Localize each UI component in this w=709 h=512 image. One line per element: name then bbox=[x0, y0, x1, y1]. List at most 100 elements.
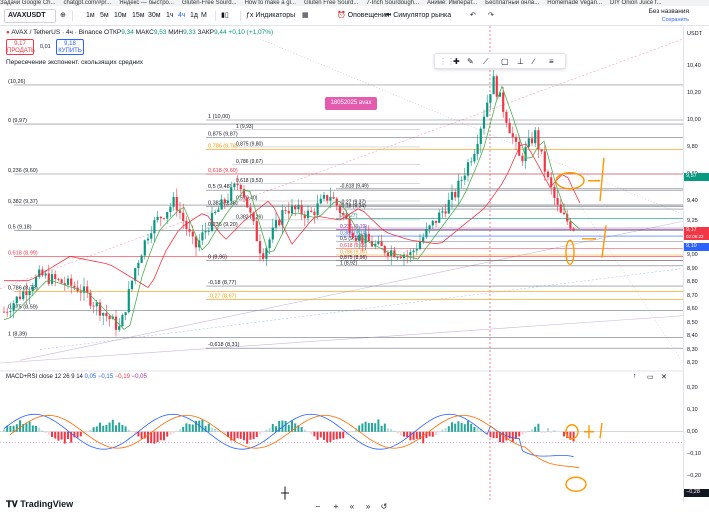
replay-button[interactable]: ⏮ Симулятор рынка bbox=[385, 10, 451, 22]
price-tick: 8,70 bbox=[687, 292, 698, 299]
candle-body bbox=[399, 257, 402, 259]
histogram-bar bbox=[422, 431, 425, 444]
histogram-bar bbox=[25, 423, 28, 432]
candle-body bbox=[425, 229, 428, 238]
price-tick: 9,25 bbox=[687, 218, 698, 225]
pane-maximize-icon[interactable]: ▭ bbox=[647, 373, 654, 381]
candle-body bbox=[162, 218, 166, 220]
tradingview-logo-icon: 𝐓𝐕 bbox=[6, 499, 21, 509]
histogram-bar bbox=[342, 431, 345, 439]
symbol-search-button[interactable]: AVAXUSDT bbox=[4, 9, 56, 23]
histogram-bar bbox=[547, 427, 549, 432]
histogram-bar bbox=[316, 431, 319, 440]
save-layout-button[interactable]: Без названия Сохранить bbox=[649, 8, 689, 24]
fib-level-label: -0,27 (8,67) bbox=[208, 294, 237, 300]
timeframe-1[interactable]: 5м bbox=[100, 10, 109, 22]
histogram-bar bbox=[428, 431, 431, 437]
histogram-bar bbox=[262, 431, 265, 433]
histogram-bar bbox=[489, 431, 492, 438]
candle-body bbox=[434, 220, 438, 223]
ruler-icon[interactable]: ⊥ bbox=[517, 56, 524, 67]
histogram-bar bbox=[31, 425, 34, 432]
histogram-bar bbox=[172, 431, 175, 434]
candle-body bbox=[473, 153, 476, 162]
histogram-bar bbox=[249, 431, 252, 440]
indicators-button[interactable]: ƒx Индикаторы bbox=[246, 10, 295, 22]
histogram-bar bbox=[380, 425, 383, 432]
histogram-bar bbox=[374, 423, 377, 432]
candle-body bbox=[262, 253, 265, 259]
candle-body bbox=[486, 102, 489, 117]
buy-button[interactable]: 9,18 КУПИТЬ bbox=[56, 39, 84, 55]
histogram-bar bbox=[57, 431, 60, 441]
histogram-bar bbox=[310, 431, 313, 435]
timeframe-0[interactable]: 1м bbox=[86, 10, 95, 22]
histogram-bar bbox=[211, 427, 213, 432]
more-tools-icon[interactable]: ≡ bbox=[549, 56, 554, 67]
candle-body bbox=[300, 205, 303, 215]
date-note-label[interactable]: 18052025 avax bbox=[325, 97, 377, 110]
candle-body bbox=[502, 92, 505, 112]
sell-button[interactable]: 9,17 ПРОДАТЬ bbox=[6, 39, 35, 55]
rectangle-icon[interactable]: ▢ bbox=[501, 56, 509, 67]
histogram-bar bbox=[60, 431, 63, 440]
candle-body bbox=[569, 221, 572, 229]
timeframe-4[interactable]: 30м bbox=[148, 10, 161, 22]
histogram-bar bbox=[86, 431, 89, 433]
histogram-bar bbox=[300, 427, 303, 432]
candle-body bbox=[367, 233, 370, 242]
histogram-bar bbox=[179, 429, 181, 432]
candle-body bbox=[118, 326, 121, 330]
candle-body bbox=[239, 185, 242, 190]
trend-line-icon[interactable]: ⟋ bbox=[483, 56, 489, 67]
pane-close-icon[interactable]: ✕ bbox=[661, 373, 667, 381]
ema-cross-indicator-label[interactable]: Пересечение экспонент. скользящих средни… bbox=[6, 59, 143, 66]
candle-body bbox=[70, 278, 73, 286]
price-scale[interactable]: USDT 10,4010,2010,009,809,609,409,259,00… bbox=[683, 26, 709, 502]
histogram-bar bbox=[63, 431, 66, 444]
histogram-bar bbox=[19, 420, 21, 432]
scroll-left-button[interactable]: « bbox=[346, 502, 358, 512]
undo-icon[interactable]: ↶ bbox=[470, 10, 476, 22]
candle-body bbox=[79, 291, 82, 293]
pane-up-icon[interactable]: ↑ bbox=[633, 373, 637, 380]
scroll-right-button[interactable]: » bbox=[362, 502, 374, 512]
indicator-tick: −0,20 bbox=[687, 472, 701, 479]
templates-icon[interactable]: ▦ bbox=[302, 10, 309, 22]
candle-body bbox=[2, 311, 6, 313]
timeframe-2[interactable]: 10м bbox=[114, 10, 127, 22]
reset-chart-button[interactable]: ↺ bbox=[378, 502, 390, 512]
tradingview-logo[interactable]: 𝐓𝐕 TradingView bbox=[6, 499, 73, 510]
histogram-bar bbox=[457, 421, 460, 432]
timeframe-3[interactable]: 15м bbox=[132, 10, 145, 22]
pen-icon[interactable]: ✎ bbox=[467, 56, 474, 67]
timeframe-5[interactable]: 1ч bbox=[166, 10, 174, 22]
zoom-in-button[interactable]: + bbox=[330, 502, 342, 512]
zoom-out-button[interactable]: − bbox=[312, 502, 324, 512]
candle-body bbox=[182, 212, 185, 221]
candles-icon[interactable]: ▮▯ bbox=[221, 10, 229, 22]
candle-body bbox=[233, 183, 236, 188]
candle-body bbox=[444, 211, 447, 214]
candle-body bbox=[319, 198, 322, 204]
indicator-title[interactable]: MACD+RSI close 12 26 9 14 bbox=[6, 374, 83, 380]
timeframe-8[interactable]: М bbox=[201, 10, 207, 22]
candle-body bbox=[383, 246, 386, 253]
redo-icon[interactable]: ↷ bbox=[488, 10, 494, 22]
plus-circle-icon[interactable]: ⊕ bbox=[60, 10, 66, 22]
fib-level-label: 1 (8,39) bbox=[8, 331, 27, 337]
histogram-bar bbox=[105, 425, 108, 432]
histogram-bar bbox=[102, 425, 105, 432]
fib-level-label: (10,26) bbox=[8, 79, 26, 85]
divider bbox=[215, 11, 216, 21]
candle-body bbox=[294, 205, 297, 210]
brush-icon[interactable]: ∕ bbox=[533, 56, 534, 67]
candle-body bbox=[236, 183, 239, 186]
divider bbox=[240, 11, 241, 21]
candle-body bbox=[271, 227, 274, 240]
alerts-button[interactable]: ⏰ Оповещения bbox=[337, 10, 389, 22]
cursor-cross-icon[interactable]: ✚ bbox=[453, 56, 460, 67]
timeframe-7[interactable]: 1д bbox=[190, 10, 198, 22]
timeframe-6[interactable]: 4ч bbox=[178, 10, 186, 22]
sell-price: 9,17 bbox=[14, 41, 26, 47]
